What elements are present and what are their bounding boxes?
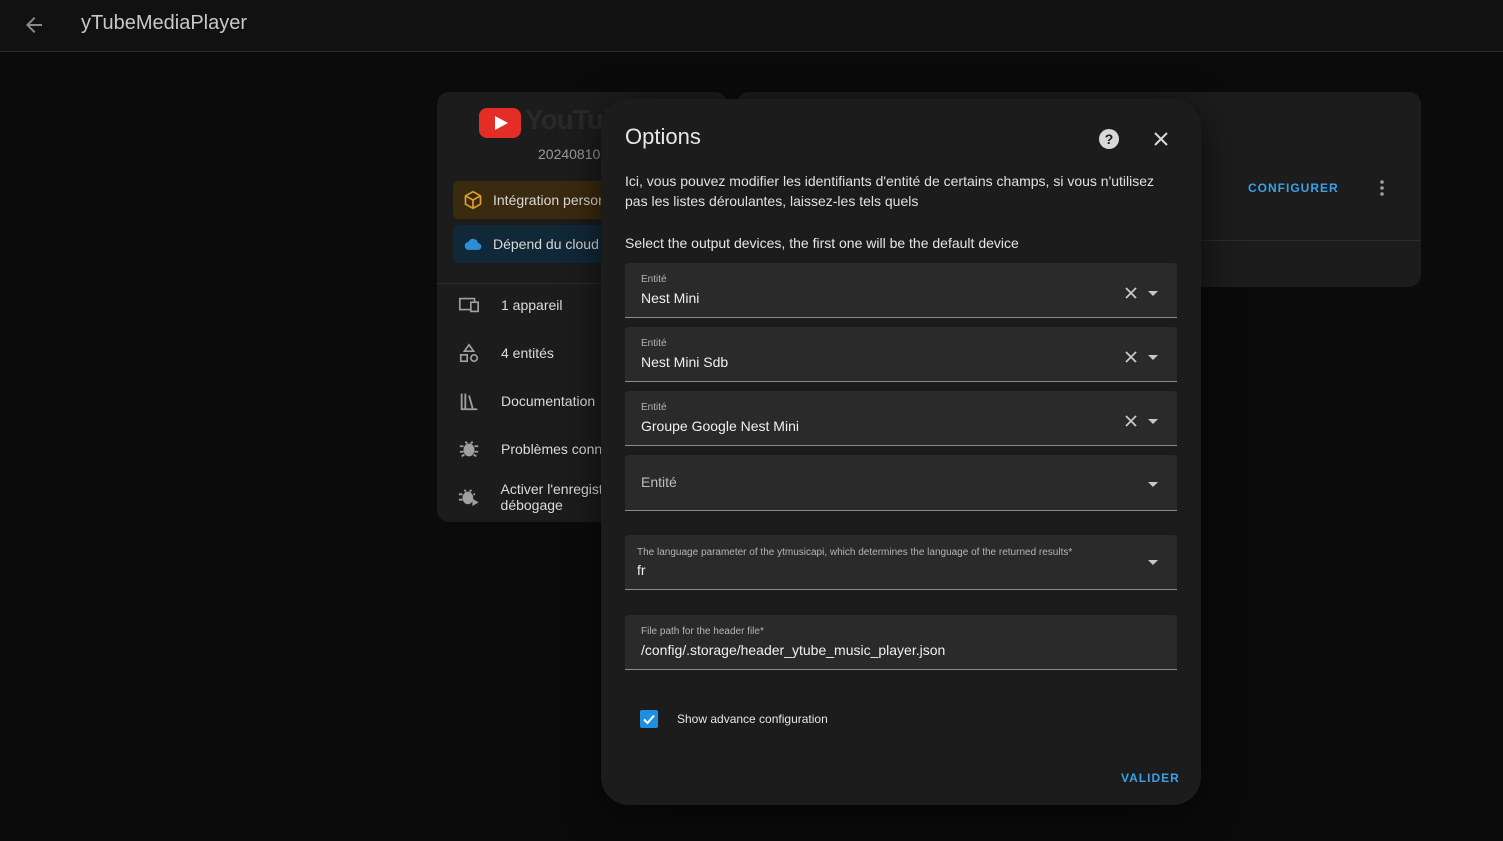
header-path-field[interactable]: File path for the header file* /config/.…: [625, 615, 1177, 670]
field-placeholder: Entité: [641, 474, 677, 490]
checkmark-icon: [643, 714, 655, 725]
field-label: Entité: [641, 338, 667, 349]
menu-label: 1 appareil: [501, 297, 563, 313]
menu-label: Problèmes connus: [501, 441, 617, 457]
devices-icon: [459, 297, 479, 313]
bug-icon: [459, 441, 479, 458]
menu-label: 4 entités: [501, 345, 554, 361]
options-dialog: Options ? Ici, vous pouvez modifier les …: [601, 99, 1201, 805]
entity-picker-2[interactable]: Entité Nest Mini Sdb: [625, 327, 1177, 382]
clear-icon[interactable]: [1123, 285, 1139, 301]
dropdown-arrow-icon[interactable]: [1145, 285, 1161, 301]
chip-label: Dépend du cloud: [493, 236, 599, 252]
configure-button[interactable]: CONFIGURER: [1248, 181, 1339, 195]
submit-button[interactable]: VALIDER: [1121, 771, 1180, 785]
more-vert-icon[interactable]: [1372, 178, 1392, 198]
shapes-icon: [459, 343, 479, 363]
dropdown-arrow-icon[interactable]: [1145, 476, 1161, 492]
top-app-bar: yTubeMediaPlayer: [0, 0, 1503, 52]
clear-icon[interactable]: [1123, 349, 1139, 365]
advanced-config-label[interactable]: Show advance configuration: [677, 712, 828, 726]
field-value: Nest Mini Sdb: [641, 354, 729, 370]
cloud-icon: [464, 238, 482, 250]
back-arrow-icon[interactable]: [22, 13, 46, 37]
dropdown-arrow-icon[interactable]: [1145, 554, 1161, 570]
field-value: Groupe Google Nest Mini: [641, 418, 799, 434]
entity-picker-1[interactable]: Entité Nest Mini: [625, 263, 1177, 318]
clear-icon[interactable]: [1123, 413, 1139, 429]
svg-text:?: ?: [1105, 131, 1114, 147]
field-label: The language parameter of the ytmusicapi…: [637, 547, 1073, 558]
field-label: Entité: [641, 402, 667, 413]
field-label: File path for the header file*: [641, 626, 764, 637]
entity-picker-empty[interactable]: Entité: [625, 455, 1177, 511]
menu-label: Documentation: [501, 393, 596, 409]
help-circle-icon[interactable]: ?: [1098, 128, 1120, 150]
advanced-config-checkbox[interactable]: [640, 710, 658, 728]
entity-picker-3[interactable]: Entité Groupe Google Nest Mini: [625, 391, 1177, 446]
field-value[interactable]: /config/.storage/header_ytube_music_play…: [641, 642, 945, 658]
youtube-logo-icon: [479, 108, 521, 138]
field-value: fr: [637, 562, 646, 578]
package-icon: [464, 190, 482, 210]
page-title: yTubeMediaPlayer: [81, 12, 248, 34]
field-label: Entité: [641, 274, 667, 285]
dialog-title: Options: [625, 124, 701, 149]
dropdown-arrow-icon[interactable]: [1145, 413, 1161, 429]
bookshelf-icon: [460, 393, 478, 411]
bug-play-icon: [458, 489, 479, 506]
dropdown-arrow-icon[interactable]: [1145, 349, 1161, 365]
language-select[interactable]: The language parameter of the ytmusicapi…: [625, 535, 1177, 590]
devices-section-label: Select the output devices, the first one…: [625, 235, 1019, 251]
close-icon[interactable]: [1150, 128, 1172, 150]
integration-version: 20240810: [538, 146, 601, 162]
field-value: Nest Mini: [641, 290, 700, 306]
dialog-description: Ici, vous pouvez modifier les identifian…: [625, 173, 1155, 209]
